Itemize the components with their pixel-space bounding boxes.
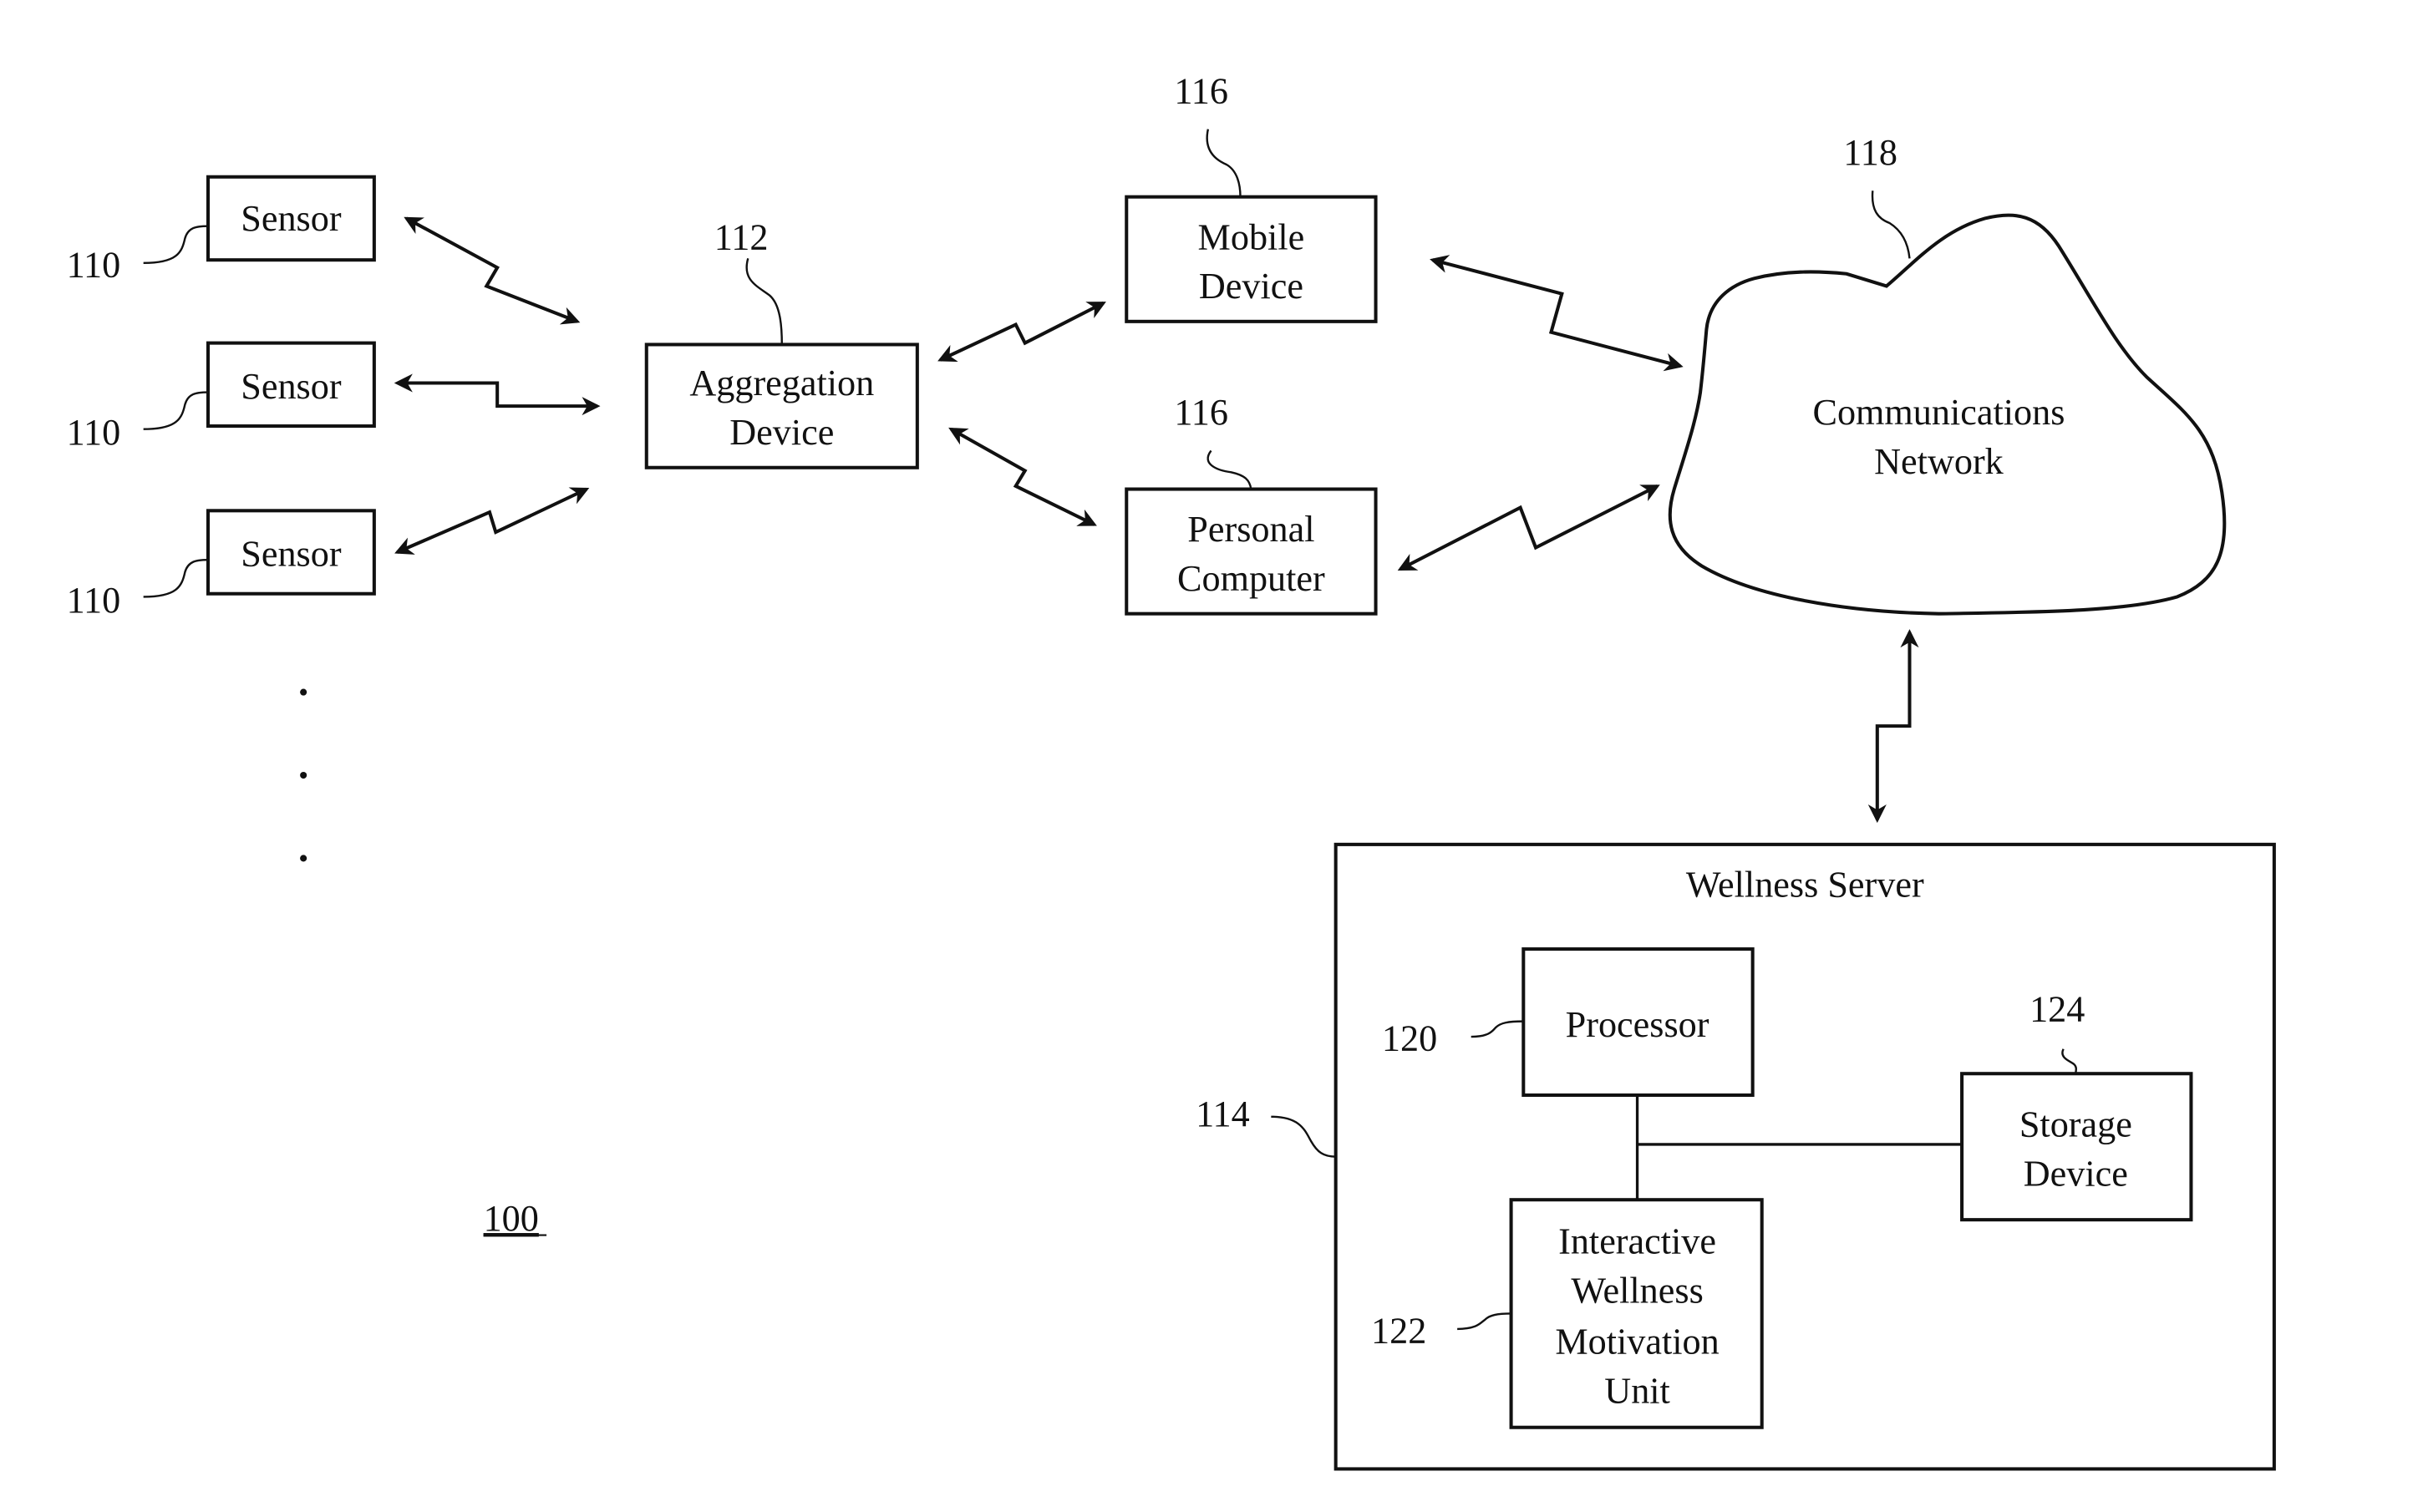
personal-computer: Personal Computer 116 <box>1125 392 1378 616</box>
storage-device-ref: 124 <box>2029 989 2085 1030</box>
personal-computer-leader <box>1206 449 1252 490</box>
sensor-2: Sensor 110 <box>67 341 376 453</box>
ellipsis-dot <box>300 771 307 779</box>
processor-label: Processor <box>1566 1004 1709 1045</box>
personal-computer-label-line1: Personal <box>1187 509 1314 550</box>
mobile-device-label-line1: Mobile <box>1198 216 1305 257</box>
sensor-2-ref: 110 <box>67 412 121 453</box>
system-diagram: Sensor 110 Sensor 110 Sensor 110 Aggrega… <box>67 70 2276 1471</box>
sensor-1-label: Sensor <box>241 198 342 239</box>
aggregation-device-ref: 112 <box>714 216 769 257</box>
motivation-unit-ref: 122 <box>1371 1310 1426 1351</box>
network-ref: 118 <box>1843 132 1897 173</box>
aggregation-mobile-link <box>937 301 1106 363</box>
mobile-device-leader <box>1206 129 1242 197</box>
sensor-2-leader <box>143 391 208 430</box>
mobile-network-link <box>1430 255 1684 372</box>
more-sensors-ellipsis <box>300 688 307 862</box>
sensor-2-label: Sensor <box>241 366 342 407</box>
processor-ref: 120 <box>1382 1018 1437 1059</box>
mobile-device-ref: 116 <box>1174 70 1228 111</box>
figure-label: 100 <box>484 1198 539 1239</box>
motivation-unit-line1: Interactive <box>1558 1221 1716 1262</box>
sensor-3-leader <box>143 559 208 598</box>
sensor-3-ref: 110 <box>67 580 121 621</box>
aggregation-device-leader <box>745 258 783 345</box>
mobile-device: Mobile Device 116 <box>1125 70 1378 323</box>
sensor-3-aggregation-link <box>394 487 590 555</box>
network-server-link <box>1867 629 1919 824</box>
sensor-2-aggregation-link <box>394 373 601 416</box>
network-label-line2: Network <box>1874 441 2004 482</box>
storage-device-line2: Device <box>2024 1154 2128 1195</box>
aggregation-device-label-line2: Device <box>729 412 834 453</box>
sensor-1-ref: 110 <box>67 244 121 285</box>
aggregation-device: Aggregation Device 112 <box>644 216 919 469</box>
sensor-1-aggregation-link <box>404 216 581 325</box>
communications-network: Communications Network 118 <box>1668 132 2227 616</box>
motivation-unit-line2: Wellness <box>1571 1271 1703 1312</box>
aggregation-device-label-line1: Aggregation <box>689 363 874 403</box>
motivation-unit-line3: Motivation <box>1555 1321 1719 1362</box>
network-leader <box>1871 190 1911 259</box>
sensor-1: Sensor 110 <box>67 175 376 285</box>
wellness-server: Wellness Server 114 Processor 120 Intera… <box>1196 842 2276 1471</box>
wellness-server-leader <box>1271 1115 1336 1158</box>
network-label-line1: Communications <box>1812 392 2065 433</box>
motivation-unit-line4: Unit <box>1604 1370 1670 1411</box>
personal-computer-label-line2: Computer <box>1177 558 1325 599</box>
sensor-3-label: Sensor <box>241 534 342 575</box>
aggregation-pc-link <box>948 427 1097 526</box>
sensor-1-leader <box>143 225 208 265</box>
storage-device-box <box>1960 1072 2193 1222</box>
wellness-server-ref: 114 <box>1196 1093 1250 1134</box>
ellipsis-dot <box>300 855 307 862</box>
mobile-device-label-line2: Device <box>1199 266 1303 307</box>
wellness-server-title: Wellness Server <box>1686 864 1924 905</box>
storage-device-line1: Storage <box>2019 1104 2132 1145</box>
pc-network-link <box>1397 485 1660 571</box>
ellipsis-dot <box>300 688 307 696</box>
personal-computer-ref: 116 <box>1174 392 1228 433</box>
sensor-3: Sensor 110 <box>67 509 376 621</box>
